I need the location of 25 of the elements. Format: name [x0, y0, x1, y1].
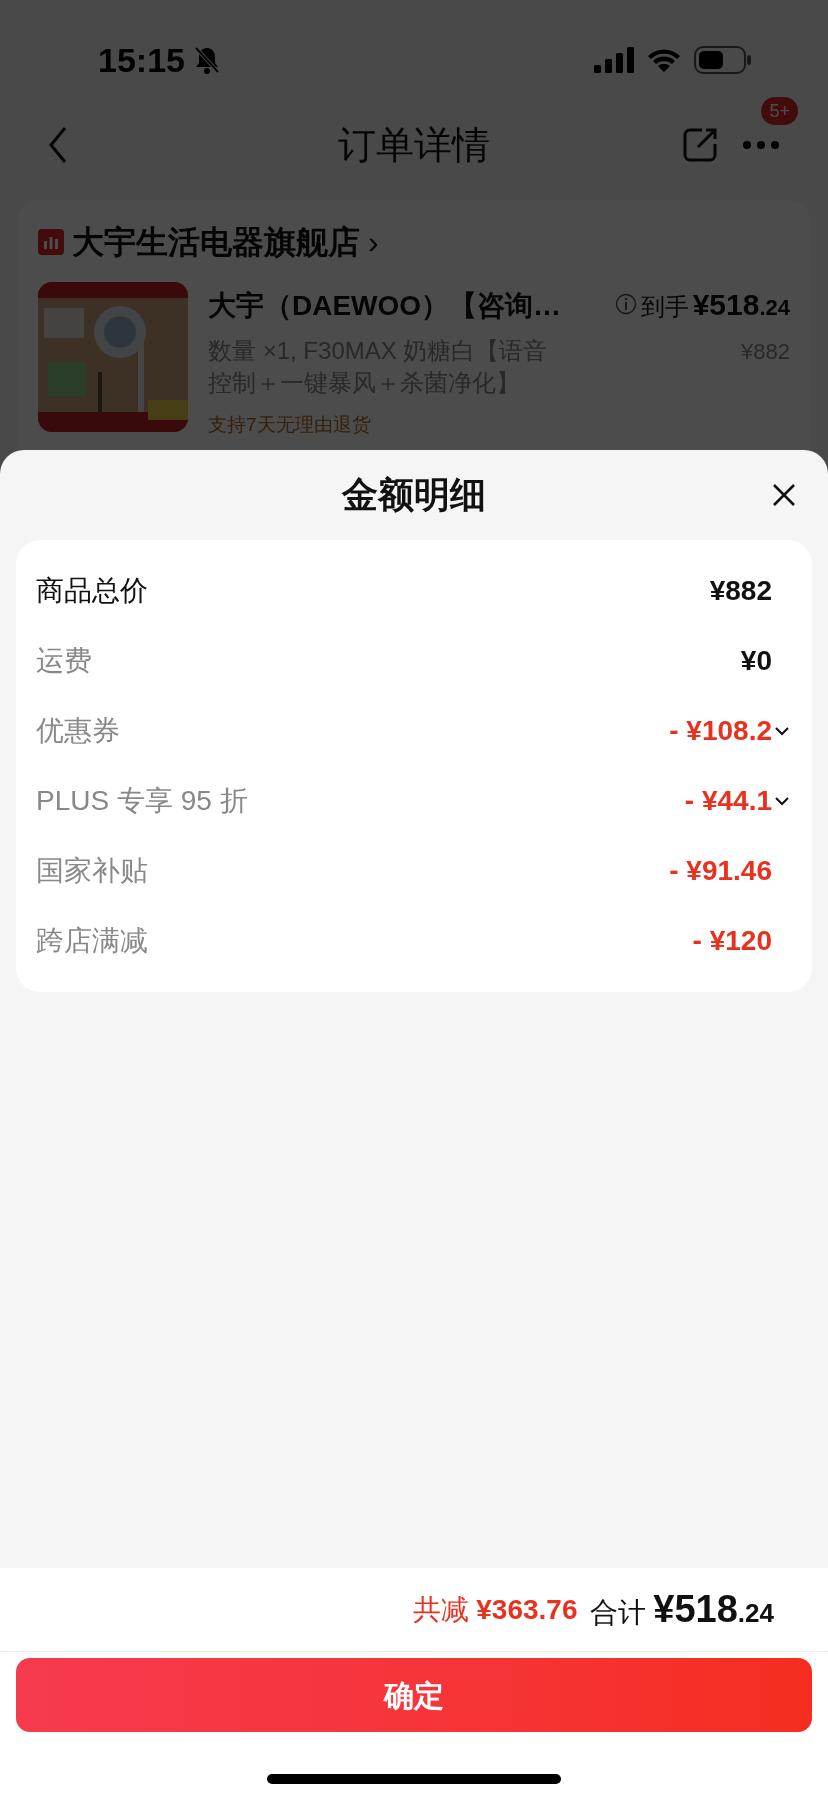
row-value: ¥882 [709, 574, 772, 608]
row-value: - ¥44.1 [684, 784, 772, 818]
price-label: 到手 [640, 292, 689, 322]
row-value: - ¥108.2 [669, 714, 772, 748]
confirm-button[interactable]: 确定 [16, 1658, 812, 1732]
row-value: ¥0 [740, 644, 772, 678]
row-label: 商品总价 [36, 574, 148, 608]
chevron-down-icon[interactable] [774, 726, 790, 736]
saved-amount: 共减 ¥363.76 [412, 1592, 578, 1627]
row-label: 运费 [36, 644, 92, 678]
status-time: 15:15 [98, 39, 185, 81]
chevron-down-icon[interactable] [774, 796, 790, 806]
final-price: ¥518.24 [692, 287, 790, 323]
row-label: 国家补贴 [36, 854, 148, 888]
close-icon[interactable] [772, 483, 796, 507]
total-amount: 合计 ¥518.24 [589, 1587, 774, 1632]
sheet-title: 金额明细 [342, 473, 486, 517]
page-title: 订单详情 [338, 122, 490, 168]
chevron-text: › [368, 223, 379, 262]
row-value: - ¥91.46 [669, 854, 772, 888]
row-label: PLUS 专享 95 折 [36, 784, 248, 818]
row-label: 跨店满减 [36, 924, 148, 958]
row-value: - ¥120 [692, 924, 772, 958]
row-label: 优惠券 [36, 714, 120, 748]
return-policy: 支持7天无理由退货 [208, 413, 372, 437]
